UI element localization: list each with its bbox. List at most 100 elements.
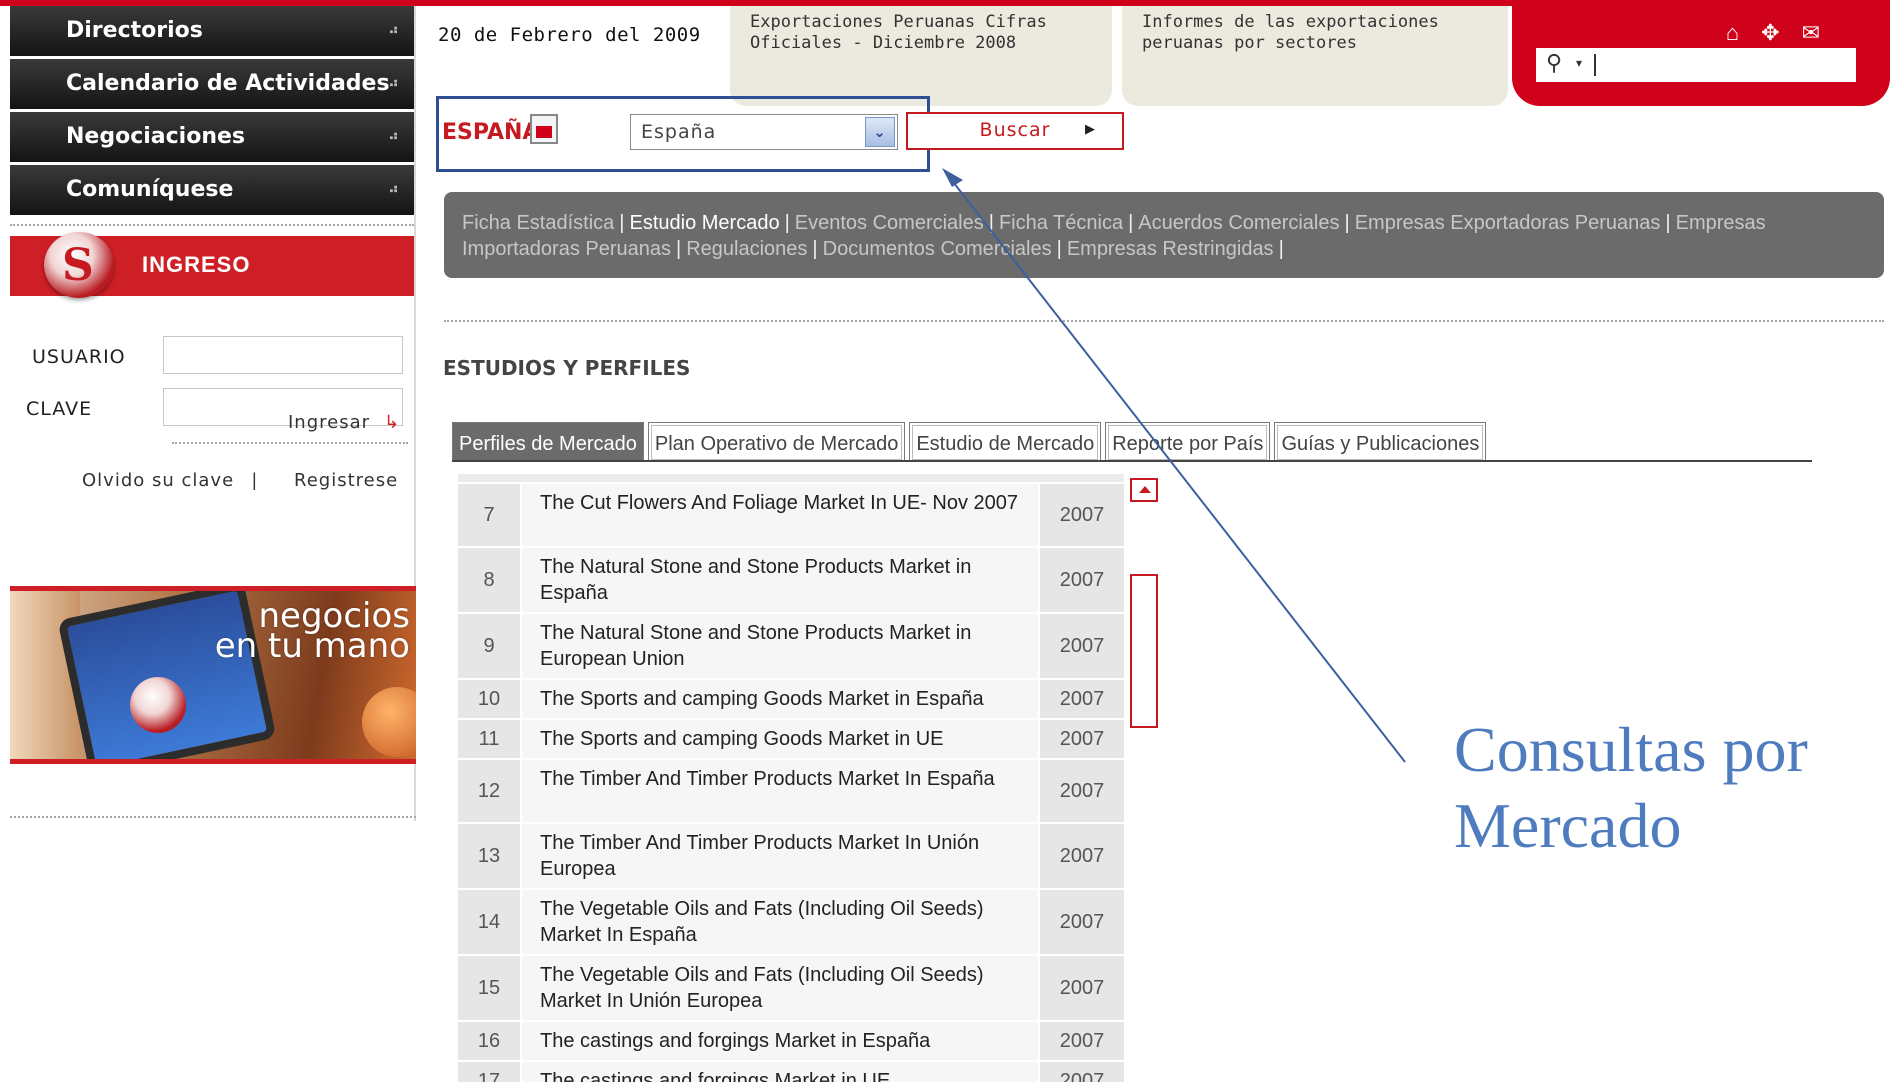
menu-item-directorios[interactable]: Directorios ⠴ [10, 6, 414, 56]
tab-bar: Perfiles de Mercado Plan Operativo de Me… [452, 422, 1490, 462]
nav-ficha-estadistica[interactable]: Ficha Estadística [462, 212, 614, 234]
nav-estudio-mercado[interactable]: Estudio Mercado [630, 212, 780, 234]
forgot-password-link[interactable]: Olvido su clave [82, 470, 234, 491]
play-arrow-icon: ▶ [1085, 122, 1096, 137]
table-row[interactable]: 16 The castings and forgings Market in Es… [458, 1022, 1124, 1062]
nav-documentos-comerciales[interactable]: Documentos Comerciales [823, 238, 1052, 260]
table-row[interactable]: 13 The Timber And Timber Products Market … [458, 824, 1124, 890]
table-row[interactable]: 17 The castings and forgings Market in UE… [458, 1062, 1124, 1082]
nav-ficha-tecnica[interactable]: Ficha Técnica [999, 212, 1123, 234]
table-row[interactable]: 15 The Vegetable Oils and Fats (Including… [458, 956, 1124, 1022]
enter-arrow-icon: ↳ [384, 412, 401, 433]
site-search-input[interactable]: ⚲ ▾ [1536, 48, 1856, 82]
home-icon[interactable]: ⌂ [1726, 20, 1739, 46]
row-year: 2007 [1040, 760, 1124, 822]
row-title-link[interactable]: The Sports and camping Goods Market in E… [522, 680, 1040, 718]
country-select[interactable]: España ⌄ [630, 114, 898, 150]
menu-item-negociaciones[interactable]: Negociaciones ⠴ [10, 112, 414, 162]
menu-divider [10, 218, 414, 226]
site-search-panel: ⌂ ✥ ✉ ⚲ ▾ [1512, 6, 1890, 106]
row-year: 2007 [1040, 1022, 1124, 1060]
menu-item-label: Comuníquese [66, 177, 234, 202]
login-form: USUARIO CLAVE Ingresar ↳ Olvido su clave … [10, 296, 414, 586]
country-label: ESPAÑA [442, 120, 540, 145]
row-title-link[interactable]: The Timber And Timber Products Market In… [522, 824, 1040, 888]
row-number: 14 [458, 890, 522, 954]
row-year: 2007 [1040, 956, 1124, 1020]
nav-eventos-comerciales[interactable]: Eventos Comerciales [795, 212, 984, 234]
table-row[interactable]: 14 The Vegetable Oils and Fats (Including… [458, 890, 1124, 956]
mail-icon[interactable]: ✉ [1802, 20, 1820, 46]
row-title-link[interactable]: The Vegetable Oils and Fats (Including O… [522, 956, 1040, 1020]
news-line: peruanas por sectores [1142, 33, 1357, 53]
usuario-input[interactable] [163, 336, 403, 374]
table-row[interactable]: 12 The Timber And Timber Products Market … [458, 760, 1124, 824]
table-row[interactable]: 7 The Cut Flowers And Foliage Market In U… [458, 484, 1124, 548]
row-year: 2007 [1040, 720, 1124, 758]
section-title: ESTUDIOS Y PERFILES [443, 356, 691, 380]
menu-item-comuniquese[interactable]: Comuníquese ⠴ [10, 165, 414, 215]
nav-empresas-exportadoras[interactable]: Empresas Exportadoras Peruanas [1355, 212, 1661, 234]
tab-reporte-por-pais[interactable]: Reporte por País [1105, 422, 1271, 462]
nav-regulaciones[interactable]: Regulaciones [686, 238, 807, 260]
chevron-down-icon[interactable]: ▾ [1576, 56, 1582, 70]
sitemap-icon[interactable]: ✥ [1761, 20, 1779, 46]
left-sidebar: Directorios ⠴ Calendario de Actividades … [10, 6, 416, 821]
nav-empresas-restringidas[interactable]: Empresas Restringidas [1067, 238, 1274, 260]
tab-guias-publicaciones[interactable]: Guías y Publicaciones [1274, 422, 1487, 462]
tab-estudio-de-mercado[interactable]: Estudio de Mercado [909, 422, 1102, 462]
row-number: 12 [458, 760, 522, 822]
search-button[interactable]: Buscar ▶ [906, 112, 1124, 150]
row-year: 2007 [1040, 1062, 1124, 1082]
grip-icon: ⠴ [388, 128, 399, 144]
country-select-value: España [641, 121, 717, 143]
news-box-informes[interactable]: Informes de las exportaciones peruanas p… [1122, 6, 1508, 106]
ingresar-button[interactable]: Ingresar ↳ [288, 412, 400, 433]
current-date: 20 de Febrero del 2009 [438, 24, 701, 46]
table-row-partial [458, 474, 1124, 484]
chevron-down-icon[interactable]: ⌄ [865, 117, 895, 147]
grip-icon: ⠴ [388, 181, 399, 197]
nav-acuerdos-comerciales[interactable]: Acuerdos Comerciales [1138, 212, 1339, 234]
row-title-link[interactable]: The Timber And Timber Products Market In… [522, 760, 1040, 822]
row-number: 11 [458, 720, 522, 758]
table-row[interactable]: 9 The Natural Stone and Stone Products Ma… [458, 614, 1124, 680]
row-year: 2007 [1040, 614, 1124, 678]
scroll-up-button[interactable] [1130, 478, 1158, 502]
row-number: 13 [458, 824, 522, 888]
row-title-link[interactable]: The castings and forgings Market in UE [522, 1062, 1040, 1082]
banner-slogan: negocios en tu mano [200, 599, 410, 666]
row-title-link[interactable]: The Natural Stone and Stone Products Mar… [522, 548, 1040, 612]
row-title-link[interactable]: The Natural Stone and Stone Products Mar… [522, 614, 1040, 678]
register-link[interactable]: Registrese [294, 470, 398, 491]
table-row[interactable]: 11 The Sports and camping Goods Market in… [458, 720, 1124, 760]
tab-underline [452, 460, 1812, 462]
table-row[interactable]: 8 The Natural Stone and Stone Products Ma… [458, 548, 1124, 614]
row-number: 9 [458, 614, 522, 678]
search-icon[interactable]: ⚲ [1546, 50, 1562, 76]
pdf-icon[interactable] [530, 114, 558, 144]
table-row[interactable]: 10 The Sports and camping Goods Market in… [458, 680, 1124, 720]
clave-label: CLAVE [26, 398, 93, 420]
row-title-link[interactable]: The Sports and camping Goods Market in U… [522, 720, 1040, 758]
news-line: Informes de las exportaciones [1142, 12, 1439, 32]
scrollbar-thumb[interactable] [1130, 574, 1158, 728]
menu-item-calendario[interactable]: Calendario de Actividades ⠴ [10, 59, 414, 109]
row-title-link[interactable]: The castings and forgings Market in Espa… [522, 1022, 1040, 1060]
ingresar-label: Ingresar [288, 412, 371, 433]
annotation-line2: Mercado [1454, 790, 1682, 861]
row-title-link[interactable]: The Vegetable Oils and Fats (Including O… [522, 890, 1040, 954]
row-year: 2007 [1040, 890, 1124, 954]
tab-plan-operativo[interactable]: Plan Operativo de Mercado [647, 422, 906, 462]
banner-slogan-line2: en tu mano [214, 626, 410, 666]
news-box-cifras[interactable]: Exportaciones Peruanas Cifras Oficiales … [730, 6, 1112, 106]
row-title-link[interactable]: The Cut Flowers And Foliage Market In UE… [522, 484, 1040, 546]
news-line: Exportaciones Peruanas Cifras [750, 12, 1047, 32]
market-nav: Ficha Estadística | Estudio Mercado | Evento… [444, 192, 1884, 278]
annotation-line1: Consultas por [1454, 714, 1808, 785]
tab-perfiles-de-mercado[interactable]: Perfiles de Mercado [452, 422, 644, 462]
promo-banner[interactable]: negocios en tu mano [10, 586, 416, 764]
annotation-callout: Consultas por Mercado [1454, 712, 1874, 864]
brand-logo-icon [130, 677, 186, 733]
brand-logo-icon: S [44, 232, 114, 298]
